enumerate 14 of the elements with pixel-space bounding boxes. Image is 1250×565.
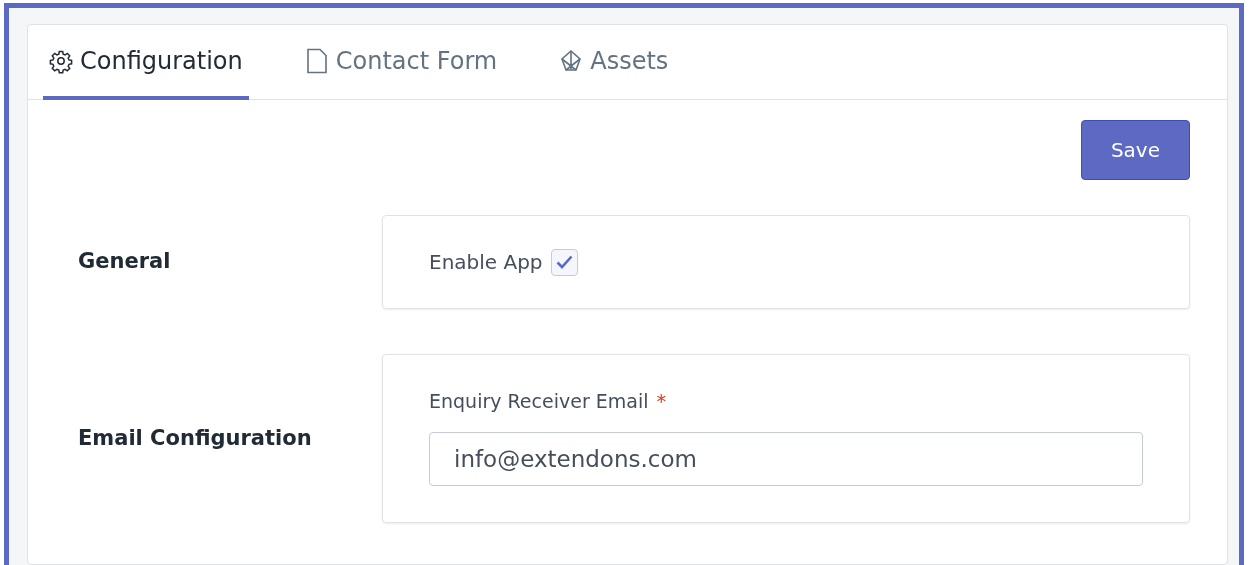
section-title: General [77, 248, 172, 276]
save-button[interactable]: Save [1080, 120, 1190, 180]
tab[interactable]: Contact Form [298, 25, 504, 100]
tab[interactable]: Configuration [43, 25, 249, 100]
email-field[interactable]: info@extendons.com [429, 431, 1143, 486]
tab[interactable]: Assets [553, 25, 675, 100]
checkmark-icon [555, 255, 573, 269]
shapes-icon [559, 47, 584, 74]
document-icon [304, 47, 329, 74]
section-title: Email Configuration [77, 424, 313, 452]
checkbox-label: Enable App [429, 249, 543, 276]
field-label: Enquiry Receiver Email [429, 389, 649, 414]
required-mark: * [656, 389, 666, 414]
checkbox[interactable] [550, 248, 578, 276]
